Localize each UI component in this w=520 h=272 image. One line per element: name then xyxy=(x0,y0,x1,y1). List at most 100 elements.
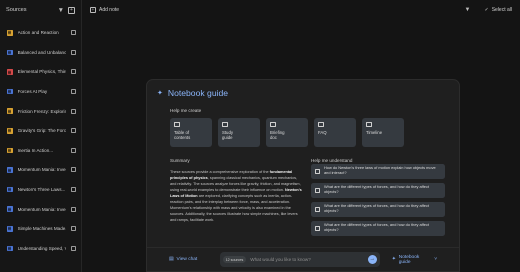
card-label: FAQ xyxy=(318,130,327,135)
card-label: contents xyxy=(174,135,191,141)
source-checkbox[interactable] xyxy=(71,206,76,212)
checkmark-icon: ✓ xyxy=(484,7,489,13)
question-icon xyxy=(315,207,320,212)
view-chat-label: View chat xyxy=(176,257,198,262)
document-icon xyxy=(7,206,13,212)
note-icon xyxy=(174,122,180,127)
source-label: Friction Frenzy: Explorin... xyxy=(17,108,66,114)
source-label: Elemental Physics, Third... xyxy=(17,69,66,75)
source-list: Action and Reaction Balanced and Unbalanc… xyxy=(0,20,81,258)
source-item[interactable]: Action and Reaction xyxy=(0,23,81,43)
create-card[interactable]: Briefing doc xyxy=(266,118,308,147)
suggested-question[interactable]: How do Newton's three laws of motion exp… xyxy=(311,164,445,179)
add-note-label: Add note xyxy=(99,7,120,13)
source-label: Newton's Three Laws... xyxy=(17,187,66,193)
create-card[interactable]: Table of contents xyxy=(170,118,212,147)
source-item[interactable]: Forces At Play xyxy=(0,82,81,102)
source-checkbox[interactable] xyxy=(71,89,76,95)
create-card[interactable]: Timeline xyxy=(362,118,404,147)
question-icon xyxy=(315,226,320,231)
view-chat-button[interactable]: ▤ View chat xyxy=(169,257,220,262)
source-item[interactable]: Momentum Mania: Inves... xyxy=(0,199,81,219)
chat-input-box[interactable]: 12 sources What would you like to know? … xyxy=(219,252,380,267)
source-item[interactable]: Newton's Three Laws... xyxy=(0,180,81,200)
help-me-understand-heading: Help me understand xyxy=(311,158,353,163)
suggested-question[interactable]: What are the different types of forces, … xyxy=(311,202,445,217)
document-icon xyxy=(7,167,13,173)
card-label: doc xyxy=(270,135,277,141)
chat-input[interactable]: What would you like to know? xyxy=(250,257,363,262)
sparkle-icon: ✦ xyxy=(391,257,396,262)
filter-icon[interactable]: ▼ xyxy=(58,7,64,14)
note-icon xyxy=(366,122,372,127)
question-text: What are the different types of forces, … xyxy=(324,203,429,214)
source-checkbox[interactable] xyxy=(71,128,76,134)
create-card[interactable]: Study guide xyxy=(218,118,260,147)
source-checkbox[interactable] xyxy=(71,49,76,55)
notebook-guide-header: ✦ Notebook guide xyxy=(157,88,228,98)
source-item[interactable]: Inertia In Action... xyxy=(0,141,81,161)
source-label: Momentum Mania: Inves... xyxy=(17,167,66,173)
send-arrow-icon[interactable]: → xyxy=(367,255,377,264)
source-item[interactable]: Elemental Physics, Third... xyxy=(0,62,81,82)
question-icon xyxy=(315,169,320,174)
question-icon xyxy=(315,188,320,193)
source-checkbox[interactable] xyxy=(71,147,76,153)
select-all-button[interactable]: ✓ Select all xyxy=(485,7,513,13)
source-checkbox[interactable] xyxy=(71,69,76,75)
notes-toolbar: + Add note ▼ ✓ Select all xyxy=(82,0,520,20)
document-icon xyxy=(7,225,13,232)
note-icon xyxy=(270,122,276,127)
question-text: What are the different types of forces, … xyxy=(324,184,429,195)
sparkle-icon: ✦ xyxy=(157,90,163,97)
source-item[interactable]: Friction Frenzy: Explorin... xyxy=(0,101,81,121)
source-checkbox[interactable] xyxy=(71,30,76,36)
document-icon xyxy=(7,147,13,154)
document-icon xyxy=(7,69,13,75)
notebook-guide-title: Notebook guide xyxy=(167,88,229,98)
document-icon xyxy=(7,49,13,56)
source-label: Momentum Mania: Inves... xyxy=(17,206,66,212)
card-label: Timeline xyxy=(366,130,383,135)
source-label: Simple Machines Made... xyxy=(17,226,66,232)
document-icon xyxy=(7,30,13,36)
summary-heading: Summary xyxy=(170,158,190,163)
chevron-down-icon: ˅ xyxy=(434,257,437,262)
suggested-questions: How do Newton's three laws of motion exp… xyxy=(311,164,445,240)
summary-text: These sources provide a comprehensive ex… xyxy=(170,169,304,223)
source-checkbox[interactable] xyxy=(71,187,76,193)
source-checkbox[interactable] xyxy=(71,108,76,114)
suggested-question[interactable]: What are the different types of forces, … xyxy=(311,183,445,198)
create-card[interactable]: FAQ xyxy=(314,118,356,147)
source-item[interactable]: Simple Machines Made... xyxy=(0,219,81,239)
source-checkbox[interactable] xyxy=(71,167,76,173)
sources-sidebar: Sources ▼ + Action and Reaction Balanced … xyxy=(0,0,82,272)
note-icon xyxy=(318,122,324,127)
card-label: guide xyxy=(222,135,233,141)
source-label: Inertia In Action... xyxy=(17,147,54,153)
source-checkbox[interactable] xyxy=(71,226,76,232)
add-note-button[interactable]: + Add note xyxy=(90,7,119,13)
source-label: Action and Reaction xyxy=(17,30,59,36)
document-icon xyxy=(7,108,13,114)
source-checkbox[interactable] xyxy=(71,245,76,251)
add-icon: + xyxy=(90,7,96,13)
document-icon xyxy=(7,127,13,134)
chat-bar: ▤ View chat 12 sources What would you li… xyxy=(147,247,459,271)
notebook-guide-button[interactable]: ✦ Notebook guide ˅ xyxy=(392,255,437,265)
source-label: Understanding Speed, Ve... xyxy=(17,245,66,251)
note-icon xyxy=(222,122,228,127)
summary-part: are explored, clarifying concepts such a… xyxy=(170,194,298,223)
source-item[interactable]: Momentum Mania: Inves... xyxy=(0,160,81,180)
suggested-question[interactable]: What are the different types of forces, … xyxy=(311,221,445,236)
select-all-label: Select all xyxy=(491,7,512,13)
help-me-create-heading: Help me create xyxy=(170,108,202,113)
source-item[interactable]: Balanced and Unbalance... xyxy=(0,43,81,63)
source-label: Gravity's Grip: The Force... xyxy=(17,128,66,134)
document-icon xyxy=(7,88,13,95)
add-source-icon[interactable]: + xyxy=(68,6,75,14)
filter-notes-icon[interactable]: ▼ xyxy=(465,7,471,13)
source-item[interactable]: Understanding Speed, Ve... xyxy=(0,239,81,259)
question-text: How do Newton's three laws of motion exp… xyxy=(324,165,436,176)
source-item[interactable]: Gravity's Grip: The Force... xyxy=(0,121,81,141)
